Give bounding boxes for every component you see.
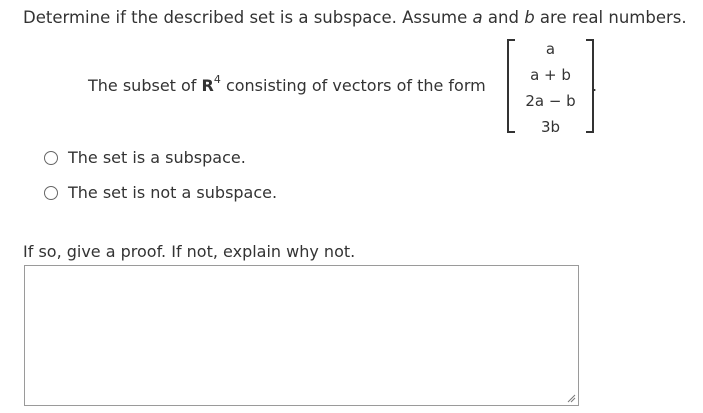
vector-period: . — [592, 76, 598, 95]
option-label: The set is not a subspace. — [68, 183, 278, 202]
vector-entry-3: 2a − b — [525, 92, 576, 110]
question-text: Determine if the described set is a subs… — [23, 8, 687, 27]
vector-entry-2: a + b — [530, 66, 571, 84]
vector-entry-1: a — [545, 40, 556, 58]
radio-button-icon[interactable] — [44, 150, 58, 165]
answer-textarea[interactable] — [24, 265, 579, 406]
vector-left-bracket — [507, 39, 515, 133]
resize-grip-icon[interactable] — [566, 393, 576, 403]
space-symbol: R — [201, 76, 214, 95]
option-label: The set is a subspace. — [68, 148, 246, 167]
radio-button-icon[interactable] — [44, 185, 58, 200]
subset-description: The subset of R4 consisting of vectors o… — [88, 73, 486, 95]
option-is-subspace[interactable]: The set is a subspace. — [44, 148, 246, 167]
option-is-not-subspace[interactable]: The set is not a subspace. — [44, 183, 277, 202]
vector-entry-4: 3b — [540, 118, 561, 136]
proof-prompt: If so, give a proof. If not, explain why… — [23, 242, 356, 261]
space-dimension: 4 — [213, 73, 221, 86]
